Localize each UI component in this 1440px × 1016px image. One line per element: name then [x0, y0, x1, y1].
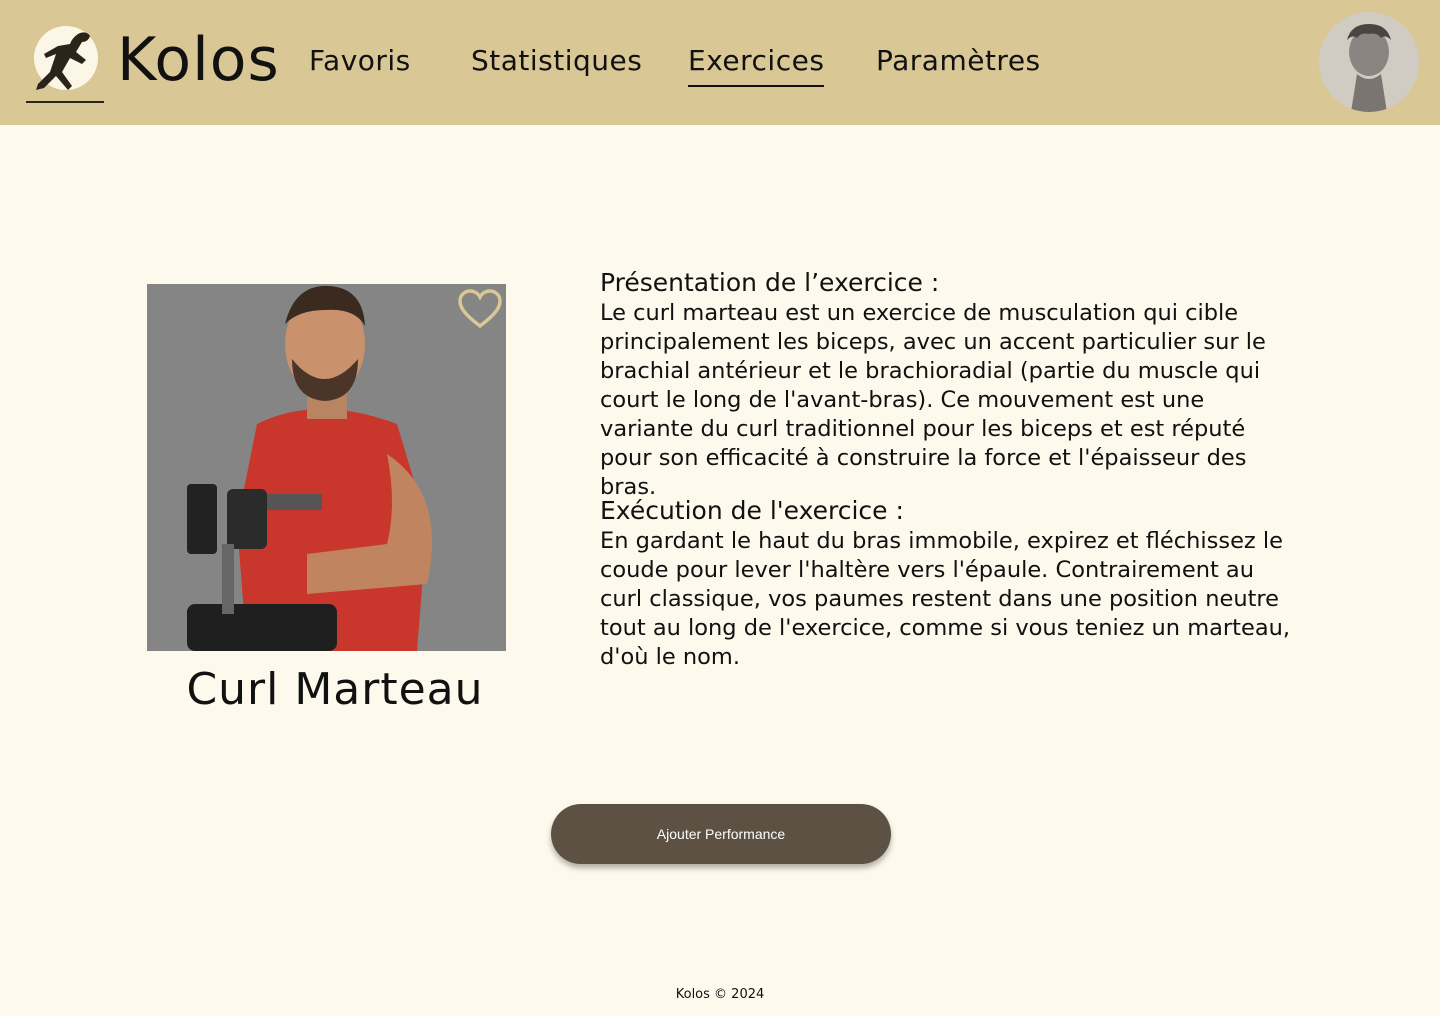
user-avatar[interactable] — [1319, 12, 1419, 112]
nav-statistiques[interactable]: Statistiques — [471, 42, 642, 82]
nav-favoris[interactable]: Favoris — [309, 42, 411, 82]
running-athlete-icon[interactable] — [26, 20, 108, 104]
execution-heading: Exécution de l'exercice : — [600, 496, 904, 525]
add-performance-button[interactable]: Ajouter Performance — [551, 804, 891, 864]
favorite-heart-icon[interactable] — [457, 288, 503, 330]
nav-exercices[interactable]: Exercices — [688, 42, 825, 87]
top-header: Kolos Favoris Statistiques Exercices Par… — [0, 0, 1440, 125]
presentation-heading: Présentation de l’exercice : — [600, 268, 940, 297]
brand-name[interactable]: Kolos — [117, 24, 280, 96]
execution-text: En gardant le haut du bras immobile, exp… — [600, 528, 1291, 670]
exercise-image — [147, 284, 506, 651]
presentation-text: Le curl marteau est un exercice de muscu… — [600, 300, 1266, 500]
exercise-title: Curl Marteau — [186, 664, 484, 715]
nav-parametres[interactable]: Paramètres — [876, 42, 1041, 82]
footer-copyright: Kolos © 2024 — [675, 987, 765, 1002]
